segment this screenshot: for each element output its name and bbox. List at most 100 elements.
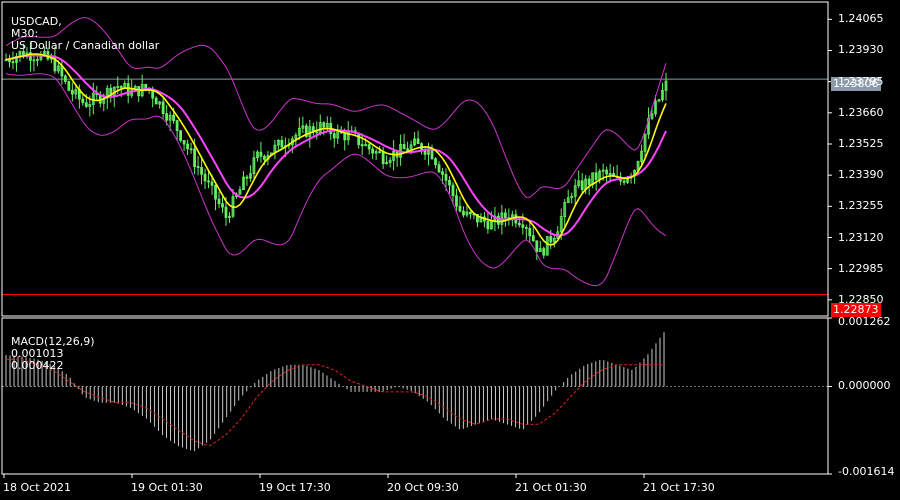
candle-body xyxy=(503,212,507,219)
candle-body xyxy=(214,184,217,200)
price-axis-label: 1.23255 xyxy=(838,199,884,213)
candle-body xyxy=(200,167,203,175)
candle-body xyxy=(381,152,385,165)
price-axis-label: 1.23525 xyxy=(838,136,884,150)
candle-body xyxy=(63,75,67,82)
time-axis-label: 21 Oct 17:30 xyxy=(643,481,715,494)
candle-body xyxy=(322,122,326,128)
candle-body xyxy=(332,133,336,139)
candle-body xyxy=(186,143,189,150)
candle-body xyxy=(521,224,525,228)
candle-body xyxy=(119,86,123,89)
candle-body xyxy=(196,166,200,168)
candle-body xyxy=(371,148,375,154)
time-axis-label: 19 Oct 17:30 xyxy=(259,481,331,494)
price-axis-label: 1.23120 xyxy=(838,230,884,244)
macd-axis-label: 0.001262 xyxy=(838,315,891,328)
macd-signal-group xyxy=(6,358,664,447)
candle-body xyxy=(517,222,521,226)
candle-body xyxy=(189,148,193,151)
candle-body xyxy=(437,164,441,173)
candle-body xyxy=(259,151,263,157)
candle-body xyxy=(343,132,347,141)
candle-body xyxy=(378,151,382,154)
candle-body xyxy=(528,228,532,237)
candle-body xyxy=(441,171,444,175)
candle-body xyxy=(217,198,221,205)
candle-body xyxy=(70,90,74,95)
candle-body xyxy=(622,180,626,183)
moving-averages xyxy=(5,53,667,246)
candle-body xyxy=(444,173,448,181)
candle-body xyxy=(458,205,462,212)
candle-body xyxy=(175,120,179,132)
candle-body xyxy=(451,184,455,197)
price-axis-label: 1.23795 xyxy=(838,74,884,88)
candle-body xyxy=(535,240,539,252)
candle-body xyxy=(161,101,165,115)
fast-moving-average-line xyxy=(5,53,667,246)
candle-body xyxy=(179,130,183,141)
time-axis-label: 21 Oct 01:30 xyxy=(515,481,587,494)
chart-canvas[interactable] xyxy=(0,0,900,500)
macd-signal-line xyxy=(6,358,664,447)
price-axis-label: 1.22850 xyxy=(838,292,884,306)
candle-body xyxy=(144,83,148,89)
macd-axis-label: 0.000000 xyxy=(838,379,891,393)
candle-body xyxy=(406,148,409,152)
time-axis-label: 20 Oct 09:30 xyxy=(387,481,459,494)
macd-histogram xyxy=(2,332,828,452)
candle-body xyxy=(81,98,85,104)
candle-body xyxy=(605,169,609,175)
slow-moving-average-line xyxy=(5,54,667,237)
candle-body xyxy=(496,215,500,225)
price-axis-label: 1.23390 xyxy=(838,168,884,182)
candle-body xyxy=(172,114,176,121)
candle-body xyxy=(203,173,207,182)
candle-body xyxy=(531,235,535,242)
candle-body xyxy=(11,61,15,64)
candle-body xyxy=(402,144,406,150)
candle-body xyxy=(549,236,553,243)
symbol-description: US Dollar / Canadian dollar xyxy=(11,39,160,52)
candle-body xyxy=(193,148,196,167)
candle-body xyxy=(416,138,420,145)
candle-body xyxy=(469,211,472,215)
candle-body xyxy=(434,158,437,166)
candle-body xyxy=(84,102,88,107)
bid-price-line-group xyxy=(2,78,828,296)
candle-body xyxy=(263,155,266,160)
candle-body xyxy=(367,144,371,150)
candle-body xyxy=(594,172,598,180)
candle-body xyxy=(462,210,465,216)
candle-body xyxy=(524,227,528,229)
macd-axis-label: -0.001614 xyxy=(838,465,895,478)
candle-body xyxy=(182,140,186,145)
candle-body xyxy=(423,150,427,155)
chart-title: USDCAD, M30: US Dollar / Canadian dollar xyxy=(11,15,160,52)
price-axis-label: 1.22985 xyxy=(838,261,884,275)
macd-signal-value: 0.000422 xyxy=(11,359,64,372)
price-axis-label: 1.23930 xyxy=(838,43,884,57)
candle-body xyxy=(542,248,546,256)
candle-body xyxy=(448,179,451,186)
candle-body xyxy=(455,195,458,207)
candle-body xyxy=(315,131,319,134)
candle-body xyxy=(207,180,210,183)
candle-body xyxy=(486,220,490,230)
candle-body xyxy=(154,97,158,105)
time-axis-label: 18 Oct 2021 xyxy=(3,481,72,494)
candle-body xyxy=(224,206,228,218)
candle-body xyxy=(587,178,591,185)
candle-body xyxy=(221,203,224,208)
candle-body xyxy=(67,81,71,91)
candle-body xyxy=(245,176,249,179)
macd-indicator-label: MACD(12,26,9) 0.001013 0.000422 xyxy=(4,324,95,372)
price-axis-label: 1.24065 xyxy=(838,12,884,26)
candle-body xyxy=(210,181,214,186)
candle-body xyxy=(360,144,364,147)
candle-body xyxy=(580,180,584,191)
price-candles xyxy=(4,41,668,261)
time-axis-label: 19 Oct 01:30 xyxy=(131,481,203,494)
chart-frame xyxy=(1,1,832,478)
